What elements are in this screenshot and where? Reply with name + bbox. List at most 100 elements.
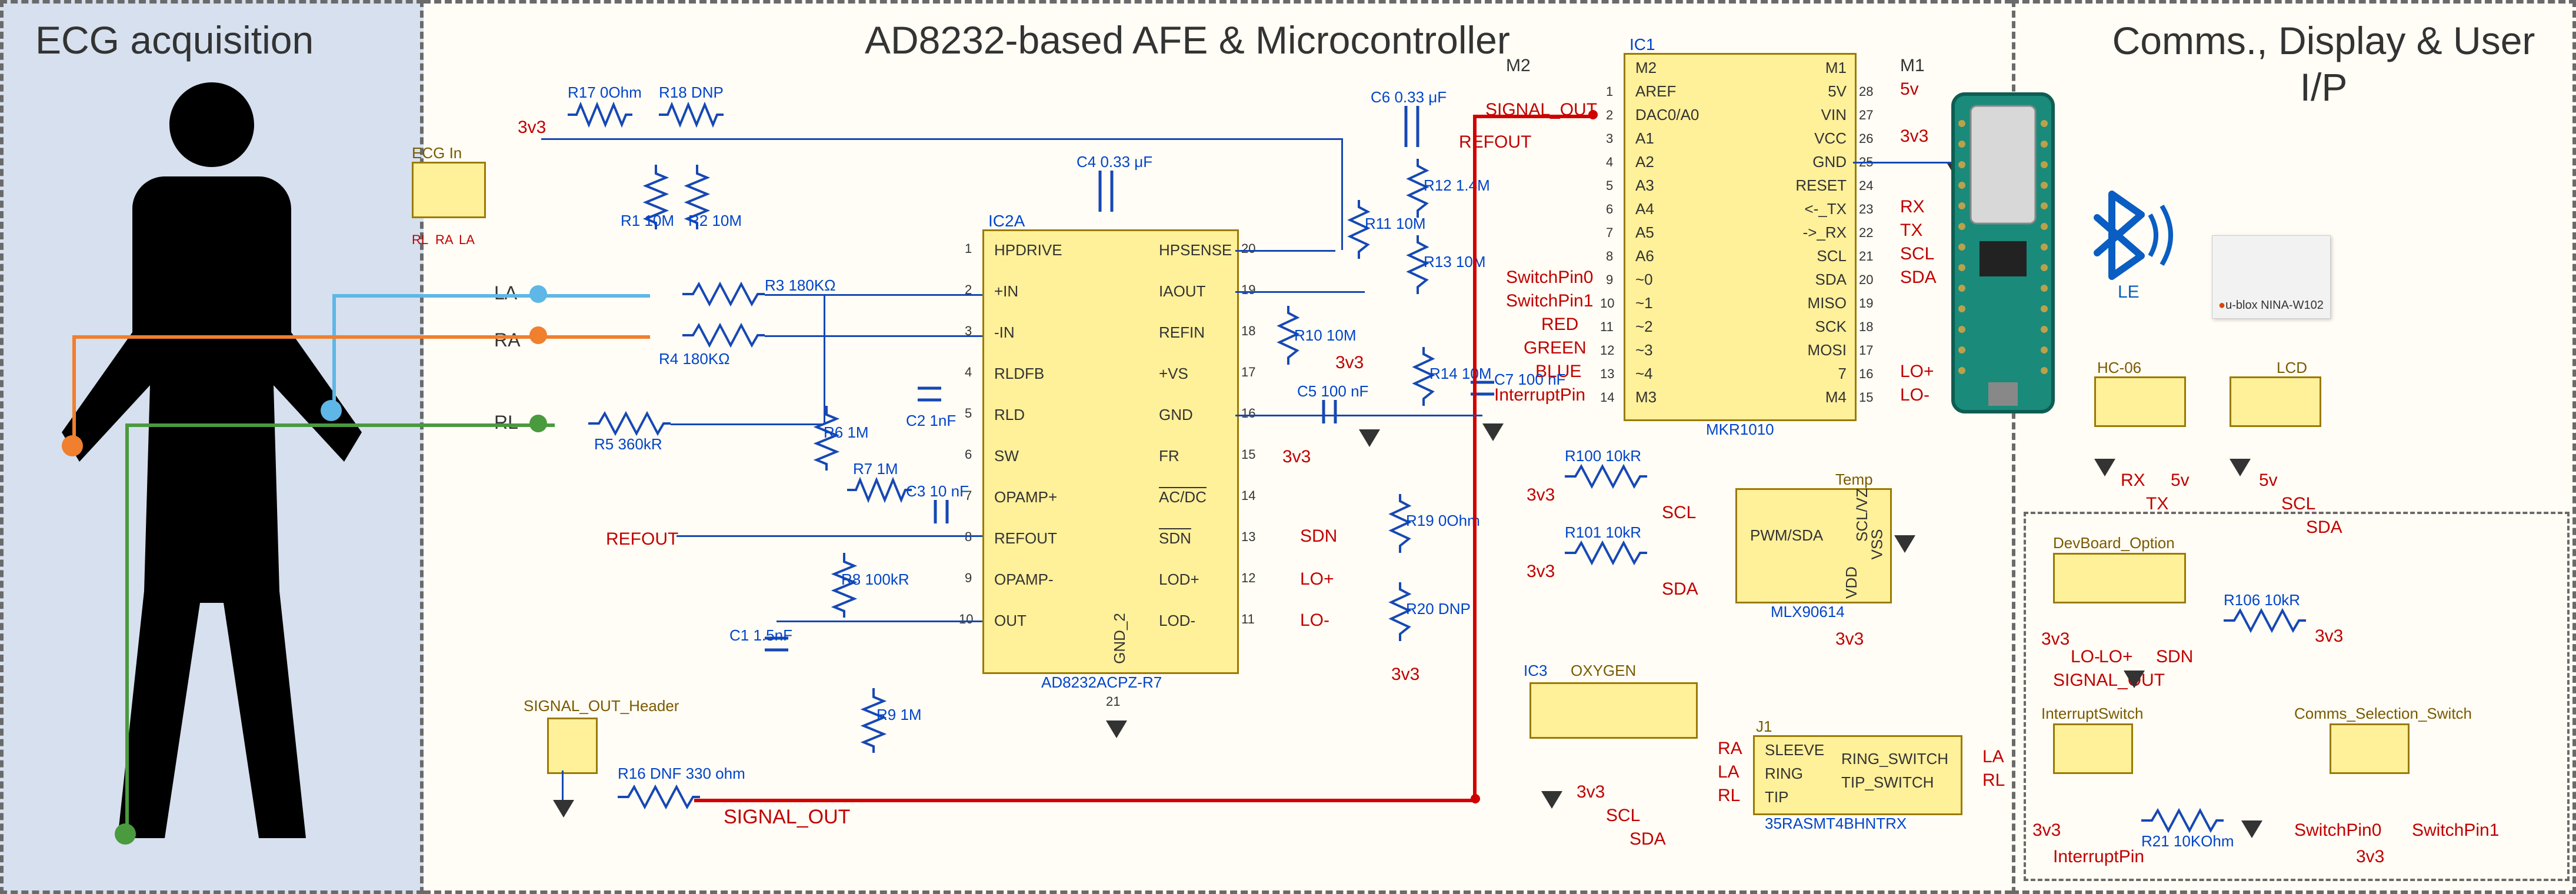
gnd-lcd xyxy=(2230,459,2251,476)
human-silhouette-icon xyxy=(47,82,376,865)
cap-c2 xyxy=(918,376,941,412)
la-wire-v xyxy=(332,294,336,412)
rl-label: RL xyxy=(494,412,518,433)
w-out xyxy=(777,621,982,622)
ic2-rn9: 12 xyxy=(1241,571,1255,586)
j1-rl: RL xyxy=(1718,786,1740,806)
la-node xyxy=(529,285,547,303)
temp-l0: PWM/SDA xyxy=(1750,526,1823,545)
ic2-rn4: 17 xyxy=(1241,365,1255,380)
ic2-r6: FR xyxy=(1159,447,1179,465)
ic2-ln8: 8 xyxy=(965,529,972,545)
c1-label: C1 1.5nF xyxy=(729,626,792,645)
r17-label: R17 0Ohm xyxy=(568,84,642,102)
ic1-ln10: 11 xyxy=(1600,319,1614,335)
gnd-db xyxy=(2124,670,2145,688)
3v3-isw: 3v3 xyxy=(2032,820,2061,840)
ic2-ln4: 4 xyxy=(965,365,972,380)
ic1-r6: <-_TX xyxy=(1804,200,1847,218)
3v3-r100: 3v3 xyxy=(1527,485,1555,505)
ic2-ln1: 1 xyxy=(965,241,972,256)
3v3-r106: 3v3 xyxy=(2315,626,2343,646)
ic2-r8: SDN xyxy=(1159,529,1191,548)
ublox-module-icon: ●u-blox NINA-W102 xyxy=(2212,235,2331,319)
ic1-rn7: 21 xyxy=(1859,249,1873,264)
sig-out-h2 xyxy=(1473,115,1594,118)
ic2-bottom: GND_2 xyxy=(1111,613,1129,664)
ic2-rn7: 14 xyxy=(1241,488,1255,503)
ic2-rn10: 11 xyxy=(1241,612,1255,627)
ecg-in-p2: RA xyxy=(435,232,454,248)
ra-wire xyxy=(72,335,650,339)
lcd-sda: SDA xyxy=(2306,518,2342,538)
lo-minus-net: LO- xyxy=(1300,611,1329,631)
ic1-r8: SCL xyxy=(1817,247,1847,265)
ic1-ln9: 10 xyxy=(1600,296,1614,311)
c2-label: C2 1nF xyxy=(906,412,956,430)
bluetooth-icon xyxy=(2077,182,2182,288)
gnd-isw xyxy=(2241,820,2262,838)
devboard-label: DevBoard_Option xyxy=(2053,534,2175,552)
ic1-rx1: 5v xyxy=(1900,79,1919,99)
lcd-label: LCD xyxy=(2277,359,2307,377)
ic1-rx13: LO+ xyxy=(1900,362,1934,382)
r7-label: R7 1M xyxy=(853,460,898,478)
ic1-ref: IC1 xyxy=(1629,35,1655,54)
ic1-rx6: RX xyxy=(1900,197,1925,217)
scl-r100: SCL xyxy=(1662,503,1696,523)
interrupt-switch-header xyxy=(2053,723,2133,774)
r10-label: R10 10M xyxy=(1294,326,1357,345)
r6-label: R6 1M xyxy=(824,423,869,442)
res-r5 xyxy=(588,409,671,438)
ic1-part: MKR1010 xyxy=(1706,421,1774,439)
ic2-rn5: 16 xyxy=(1241,406,1255,421)
temp-r0: VSS xyxy=(1868,529,1887,559)
interrupt-switch-label: InterruptSwitch xyxy=(2041,705,2143,723)
hc06-header xyxy=(2094,376,2186,427)
gnd-hc06 xyxy=(2094,459,2115,476)
r9-label: R9 1M xyxy=(877,706,922,724)
ic1-r2: VIN xyxy=(1821,106,1847,124)
r16-label: R16 DNF 330 ohm xyxy=(618,765,712,783)
la-wire xyxy=(332,294,650,298)
ic1-r13: 7 xyxy=(1838,365,1847,383)
ic1-ln6: 7 xyxy=(1606,225,1613,241)
j1-ra: RA xyxy=(1718,739,1742,759)
ic2-l4: RLDFB xyxy=(994,365,1044,383)
r4-label: R4 180KΩ xyxy=(659,350,730,368)
ic2-rn3: 18 xyxy=(1241,323,1255,339)
ic1-l11: ~2 xyxy=(1635,318,1653,336)
ic1-r5: RESET xyxy=(1795,176,1847,195)
la-label: LA xyxy=(494,282,517,304)
afe-title: AD8232-based AFE & Microcontroller xyxy=(865,18,1510,62)
ic2-l10: OUT xyxy=(994,612,1027,630)
ic1-ln2: 3 xyxy=(1606,131,1613,146)
w-in- xyxy=(765,335,982,337)
3v3-temp: 3v3 xyxy=(1835,629,1864,649)
rl-wire-v xyxy=(125,423,129,834)
r5-label: R5 360kR xyxy=(594,435,662,453)
lcd-header xyxy=(2230,376,2321,427)
ic2-ln6: 6 xyxy=(965,447,972,462)
res-r4 xyxy=(682,321,765,350)
j1-part: 35RASMT4BHNTRX xyxy=(1765,815,1907,833)
ic1-rx9: SDA xyxy=(1900,268,1937,288)
res-r3 xyxy=(682,279,765,309)
ic1-r4: GND xyxy=(1812,153,1847,171)
ic1-ln8: 9 xyxy=(1606,272,1613,288)
sp0-csw: SwitchPin0 xyxy=(2294,820,2381,840)
hc06-tx: TX xyxy=(2146,494,2168,514)
r1-label: R1 10M xyxy=(621,212,674,230)
ic1-rn6: 22 xyxy=(1859,225,1873,241)
c4-label: C4 0.33 μF xyxy=(1077,153,1152,171)
rl-wire xyxy=(125,423,555,427)
j1-l1: RING xyxy=(1765,765,1803,783)
gnd-sig-hdr xyxy=(553,800,574,818)
ic1-ln3: 4 xyxy=(1606,155,1613,170)
res-r7 xyxy=(847,475,912,505)
ic2-l3: -IN xyxy=(994,323,1015,342)
ic1-rn2: 26 xyxy=(1859,131,1873,146)
w-sighdr-gnd xyxy=(562,770,564,800)
ic1-l7: A5 xyxy=(1635,224,1654,242)
ic1-l9: ~0 xyxy=(1635,271,1653,289)
